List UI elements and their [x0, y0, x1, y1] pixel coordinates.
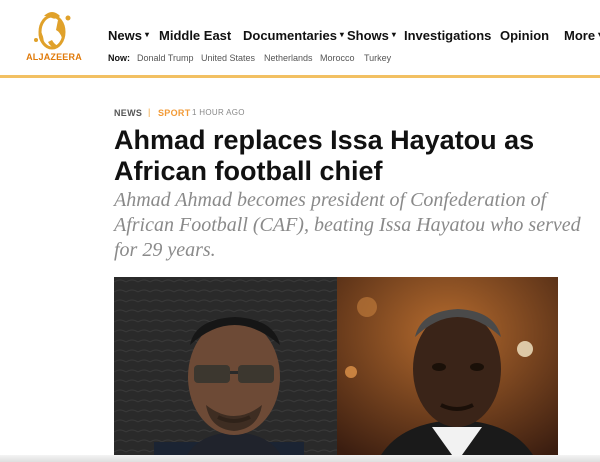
- trending-label: Now:: [108, 53, 130, 63]
- nav-item-investigations[interactable]: Investigations: [404, 28, 491, 43]
- article-headline: Ahmad replaces Issa Hayatou as African f…: [114, 125, 535, 186]
- portrait-left-illustration: [114, 277, 337, 462]
- hero-photo: [114, 277, 558, 462]
- nav-item-label: Middle East: [159, 28, 232, 43]
- site-header: ALJAZEERA News ▾ Middle East Documentarie…: [0, 0, 600, 78]
- nav-item-documentaries[interactable]: Documentaries ▾: [243, 28, 344, 43]
- breadcrumb-separator: |: [148, 107, 151, 117]
- section-link[interactable]: NEWS: [114, 108, 142, 118]
- brand-wordmark[interactable]: ALJAZEERA: [22, 52, 86, 62]
- nav-item-more[interactable]: More▾: [564, 28, 600, 43]
- nav-item-label: Shows: [347, 28, 389, 43]
- photo-issa-hayatou: [337, 277, 558, 462]
- trending-link[interactable]: Turkey: [364, 53, 391, 63]
- trending-link[interactable]: Donald Trump: [137, 53, 194, 63]
- chevron-down-icon: ▾: [144, 30, 149, 39]
- chevron-down-icon: ▾: [339, 30, 344, 39]
- portrait-right-illustration: [337, 277, 558, 462]
- nav-item-label: Documentaries: [243, 28, 337, 43]
- trending-link[interactable]: Netherlands: [264, 53, 313, 63]
- nav-item-label: Opinion: [500, 28, 550, 43]
- nav-item-shows[interactable]: Shows ▾: [347, 28, 396, 43]
- nav-item-label: Investigations: [404, 28, 492, 43]
- article-subheadline: Ahmad Ahmad becomes president of Confede…: [114, 189, 581, 261]
- nav-item-label: News: [108, 28, 142, 43]
- nav-item-middle-east[interactable]: Middle East: [159, 28, 231, 43]
- trending-link[interactable]: Morocco: [320, 53, 355, 63]
- trending-link[interactable]: United States: [201, 53, 255, 63]
- chevron-down-icon: ▾: [391, 30, 396, 39]
- photo-ahmad-ahmad: [114, 277, 337, 462]
- page-bottom-edge: [0, 455, 600, 462]
- nav-item-label: More: [564, 28, 596, 43]
- nav-item-news[interactable]: News ▾: [108, 28, 149, 43]
- category-link[interactable]: SPORT: [158, 108, 191, 118]
- nav-item-opinion[interactable]: Opinion: [500, 28, 549, 43]
- publish-time: 1 HOUR AGO: [192, 108, 245, 117]
